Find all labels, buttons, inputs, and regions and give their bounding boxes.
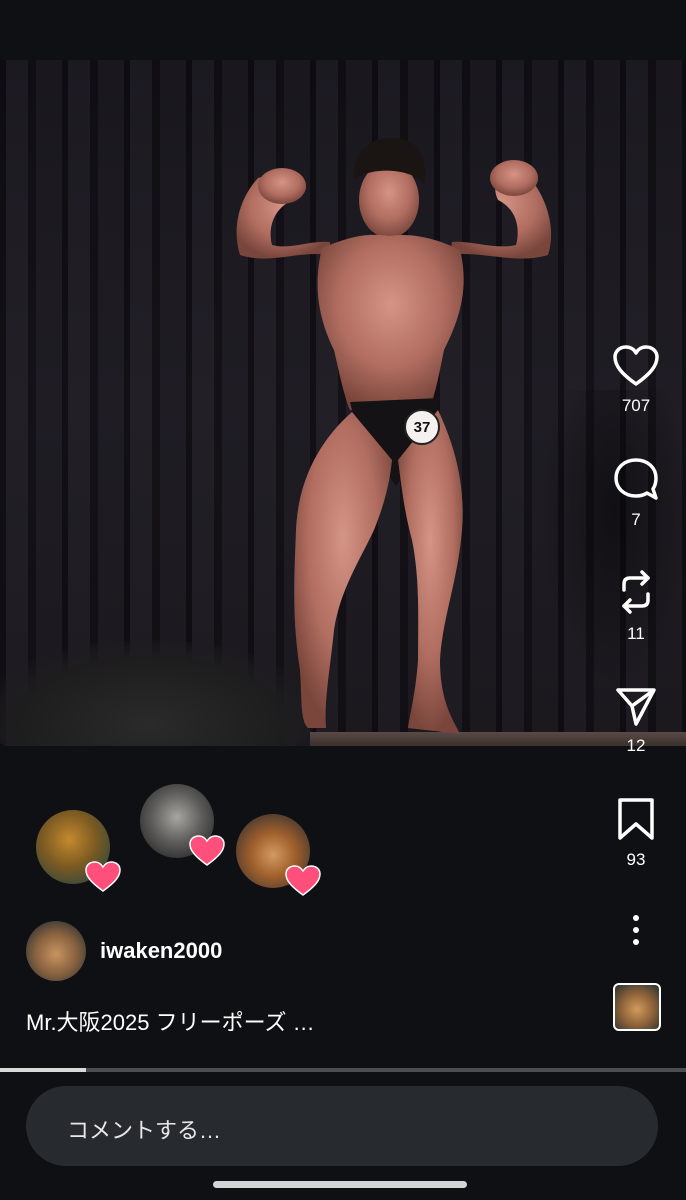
save-count: 93 xyxy=(626,850,646,869)
home-indicator xyxy=(213,1181,467,1188)
heart-badge-icon xyxy=(189,835,225,866)
like-count: 707 xyxy=(621,396,651,415)
more-vertical-icon[interactable] xyxy=(624,912,648,948)
save-button[interactable]: 93 xyxy=(606,796,666,870)
send-icon xyxy=(616,688,656,726)
heart-badge-icon xyxy=(285,865,321,896)
reactor-avatar[interactable] xyxy=(140,784,225,866)
comment-placeholder: コメントする… xyxy=(67,1118,222,1143)
share-count: 12 xyxy=(626,736,646,755)
repost-count: 11 xyxy=(627,624,645,643)
reel-video[interactable]: 37 xyxy=(0,60,686,746)
status-bar xyxy=(0,0,686,60)
author-avatar[interactable] xyxy=(26,921,86,981)
bodybuilder-figure xyxy=(236,137,552,734)
comment-button[interactable]: 7 xyxy=(606,456,666,530)
author-username[interactable]: iwaken2000 xyxy=(100,938,222,964)
heart-badge-icon xyxy=(85,861,121,892)
video-progress-fill xyxy=(0,1068,86,1072)
comment-bubble-icon xyxy=(614,458,658,500)
repost-icon xyxy=(622,570,650,614)
bib-number: 37 xyxy=(404,409,440,445)
comment-count: 7 xyxy=(631,510,641,529)
reactor-avatar[interactable] xyxy=(36,810,121,892)
like-button[interactable]: 707 xyxy=(606,344,666,416)
repost-button[interactable]: 11 xyxy=(606,568,666,644)
video-progress-bar[interactable] xyxy=(0,1068,686,1072)
share-button[interactable]: 12 xyxy=(606,684,666,756)
bookmark-icon xyxy=(618,798,654,840)
heart-icon xyxy=(613,345,659,386)
post-caption[interactable]: Mr.大阪2025 フリーポーズ … xyxy=(26,1005,315,1037)
reactor-avatar[interactable] xyxy=(236,814,321,896)
audio-thumbnail[interactable] xyxy=(613,983,661,1031)
